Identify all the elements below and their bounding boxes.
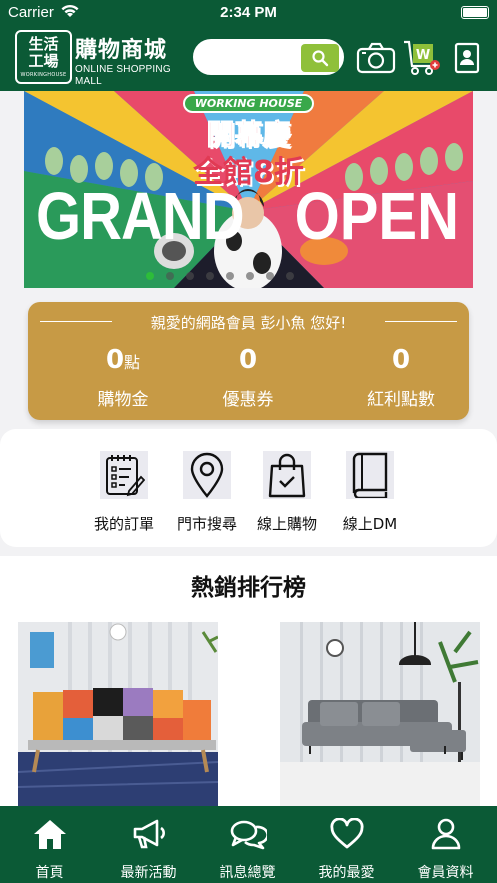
carousel-dots[interactable] [146, 272, 294, 280]
stat-bonus-points[interactable]: 0 紅利點數 [326, 342, 476, 410]
quick-action-label: 線上DM [342, 515, 398, 533]
logo-line1: 生活 [28, 35, 59, 53]
member-greeting: 親愛的網路會員 彭小魚 您好! [150, 314, 347, 332]
carousel-dot[interactable] [246, 272, 254, 280]
banner-word-open: OPEN [294, 179, 459, 254]
bottom-tab-bar: 首頁 最新活動 訊息總覽 我的最愛 會員資料 [0, 806, 497, 883]
tab-latest-events[interactable]: 最新活動 [99, 806, 198, 883]
status-bar: Carrier 2:34 PM [0, 0, 497, 26]
tab-label: 首頁 [35, 865, 64, 881]
carousel-dot[interactable] [226, 272, 234, 280]
battery-icon [461, 6, 489, 19]
megaphone-icon [133, 819, 165, 849]
stat-coupons[interactable]: 0 優惠券 [173, 342, 323, 410]
product-card[interactable] [18, 622, 218, 806]
camera-icon [356, 42, 396, 74]
person-icon [431, 818, 460, 850]
tab-label: 會員資料 [417, 865, 474, 881]
banner-word-grand: GRAND [36, 179, 245, 254]
quick-action-label: 線上購物 [256, 515, 317, 533]
carousel-dot[interactable] [166, 272, 174, 280]
logo[interactable]: 生活 工場 WORKINGHOUSE [15, 30, 72, 84]
brand-subtitle: ONLINE SHOPPING MALL [75, 64, 171, 87]
home-icon [33, 820, 66, 849]
stat-value: 0 [391, 345, 411, 375]
stat-unit: 點 [124, 353, 141, 372]
book-icon [352, 452, 388, 498]
tab-favorites[interactable]: 我的最愛 [297, 806, 396, 883]
member-card-button[interactable] [452, 38, 482, 78]
camera-button[interactable] [355, 38, 397, 78]
order-list-icon [106, 455, 145, 497]
stat-value: 0 [238, 345, 258, 375]
location-pin-icon [190, 452, 224, 498]
carousel-dot[interactable] [286, 272, 294, 280]
product-image-patchwork-sofa [18, 622, 218, 806]
quick-action-label: 門市搜尋 [176, 515, 237, 533]
logo-sub: WORKINGHOUSE [20, 72, 67, 78]
section-title: 熱銷排行榜 [191, 575, 306, 601]
promo-banner[interactable]: WORKING HOUSE 開幕慶 全館8折 GRAND OPEN [24, 91, 473, 288]
quick-action-orders[interactable]: 我的訂單 [79, 451, 169, 534]
tab-member-profile[interactable]: 會員資料 [396, 806, 495, 883]
tab-home[interactable]: 首頁 [0, 806, 99, 883]
quick-action-online-shopping[interactable]: 線上購物 [242, 451, 332, 534]
hot-ranking-section: 熱銷排行榜 [0, 556, 497, 806]
product-card[interactable] [280, 622, 480, 806]
app-header: Carrier 2:34 PM 生活 工場 WORKINGHOUSE 購物商城 … [0, 0, 497, 91]
carousel-dot[interactable] [266, 272, 274, 280]
tab-label: 我的最愛 [318, 865, 375, 881]
carousel-dot[interactable] [206, 272, 214, 280]
banner-tag: WORKING HOUSE [24, 94, 473, 113]
search-icon [312, 50, 329, 67]
search-input[interactable] [203, 47, 298, 69]
heart-icon [329, 818, 364, 849]
stat-label: 優惠券 [222, 390, 274, 410]
search-button[interactable] [301, 44, 339, 72]
cart-button[interactable]: W [402, 38, 442, 78]
chat-bubbles-icon [230, 820, 267, 850]
member-card-icon [454, 42, 480, 74]
tab-messages[interactable]: 訊息總覽 [198, 806, 297, 883]
search-box [191, 37, 346, 77]
stat-label: 紅利點數 [367, 390, 435, 410]
svg-text:W: W [416, 48, 430, 63]
quick-actions: 我的訂單 門市搜尋 線上購物 線上DM [0, 429, 497, 547]
cart-icon: W [404, 40, 440, 75]
stat-value: 0 [105, 345, 125, 375]
brand-title: 購物商城 [75, 38, 168, 63]
tab-label: 訊息總覽 [219, 865, 276, 881]
carousel-dot[interactable] [186, 272, 194, 280]
quick-action-store-search[interactable]: 門市搜尋 [162, 451, 252, 534]
divider [385, 321, 457, 322]
shopping-bag-icon [268, 453, 306, 498]
tab-label: 最新活動 [120, 865, 177, 881]
logo-line2: 工場 [28, 52, 59, 70]
status-time: 2:34 PM [220, 4, 277, 21]
product-image-grey-sofa [280, 622, 480, 806]
quick-action-label: 我的訂單 [93, 515, 154, 533]
brand-name: 購物商城 ONLINE SHOPPING MALL [75, 38, 190, 88]
member-card[interactable]: 親愛的網路會員 彭小魚 您好! 0點 購物金 0 優惠券 0 紅利點數 [28, 302, 469, 420]
quick-action-online-dm[interactable]: 線上DM [325, 451, 415, 534]
carousel-dot[interactable] [146, 272, 154, 280]
